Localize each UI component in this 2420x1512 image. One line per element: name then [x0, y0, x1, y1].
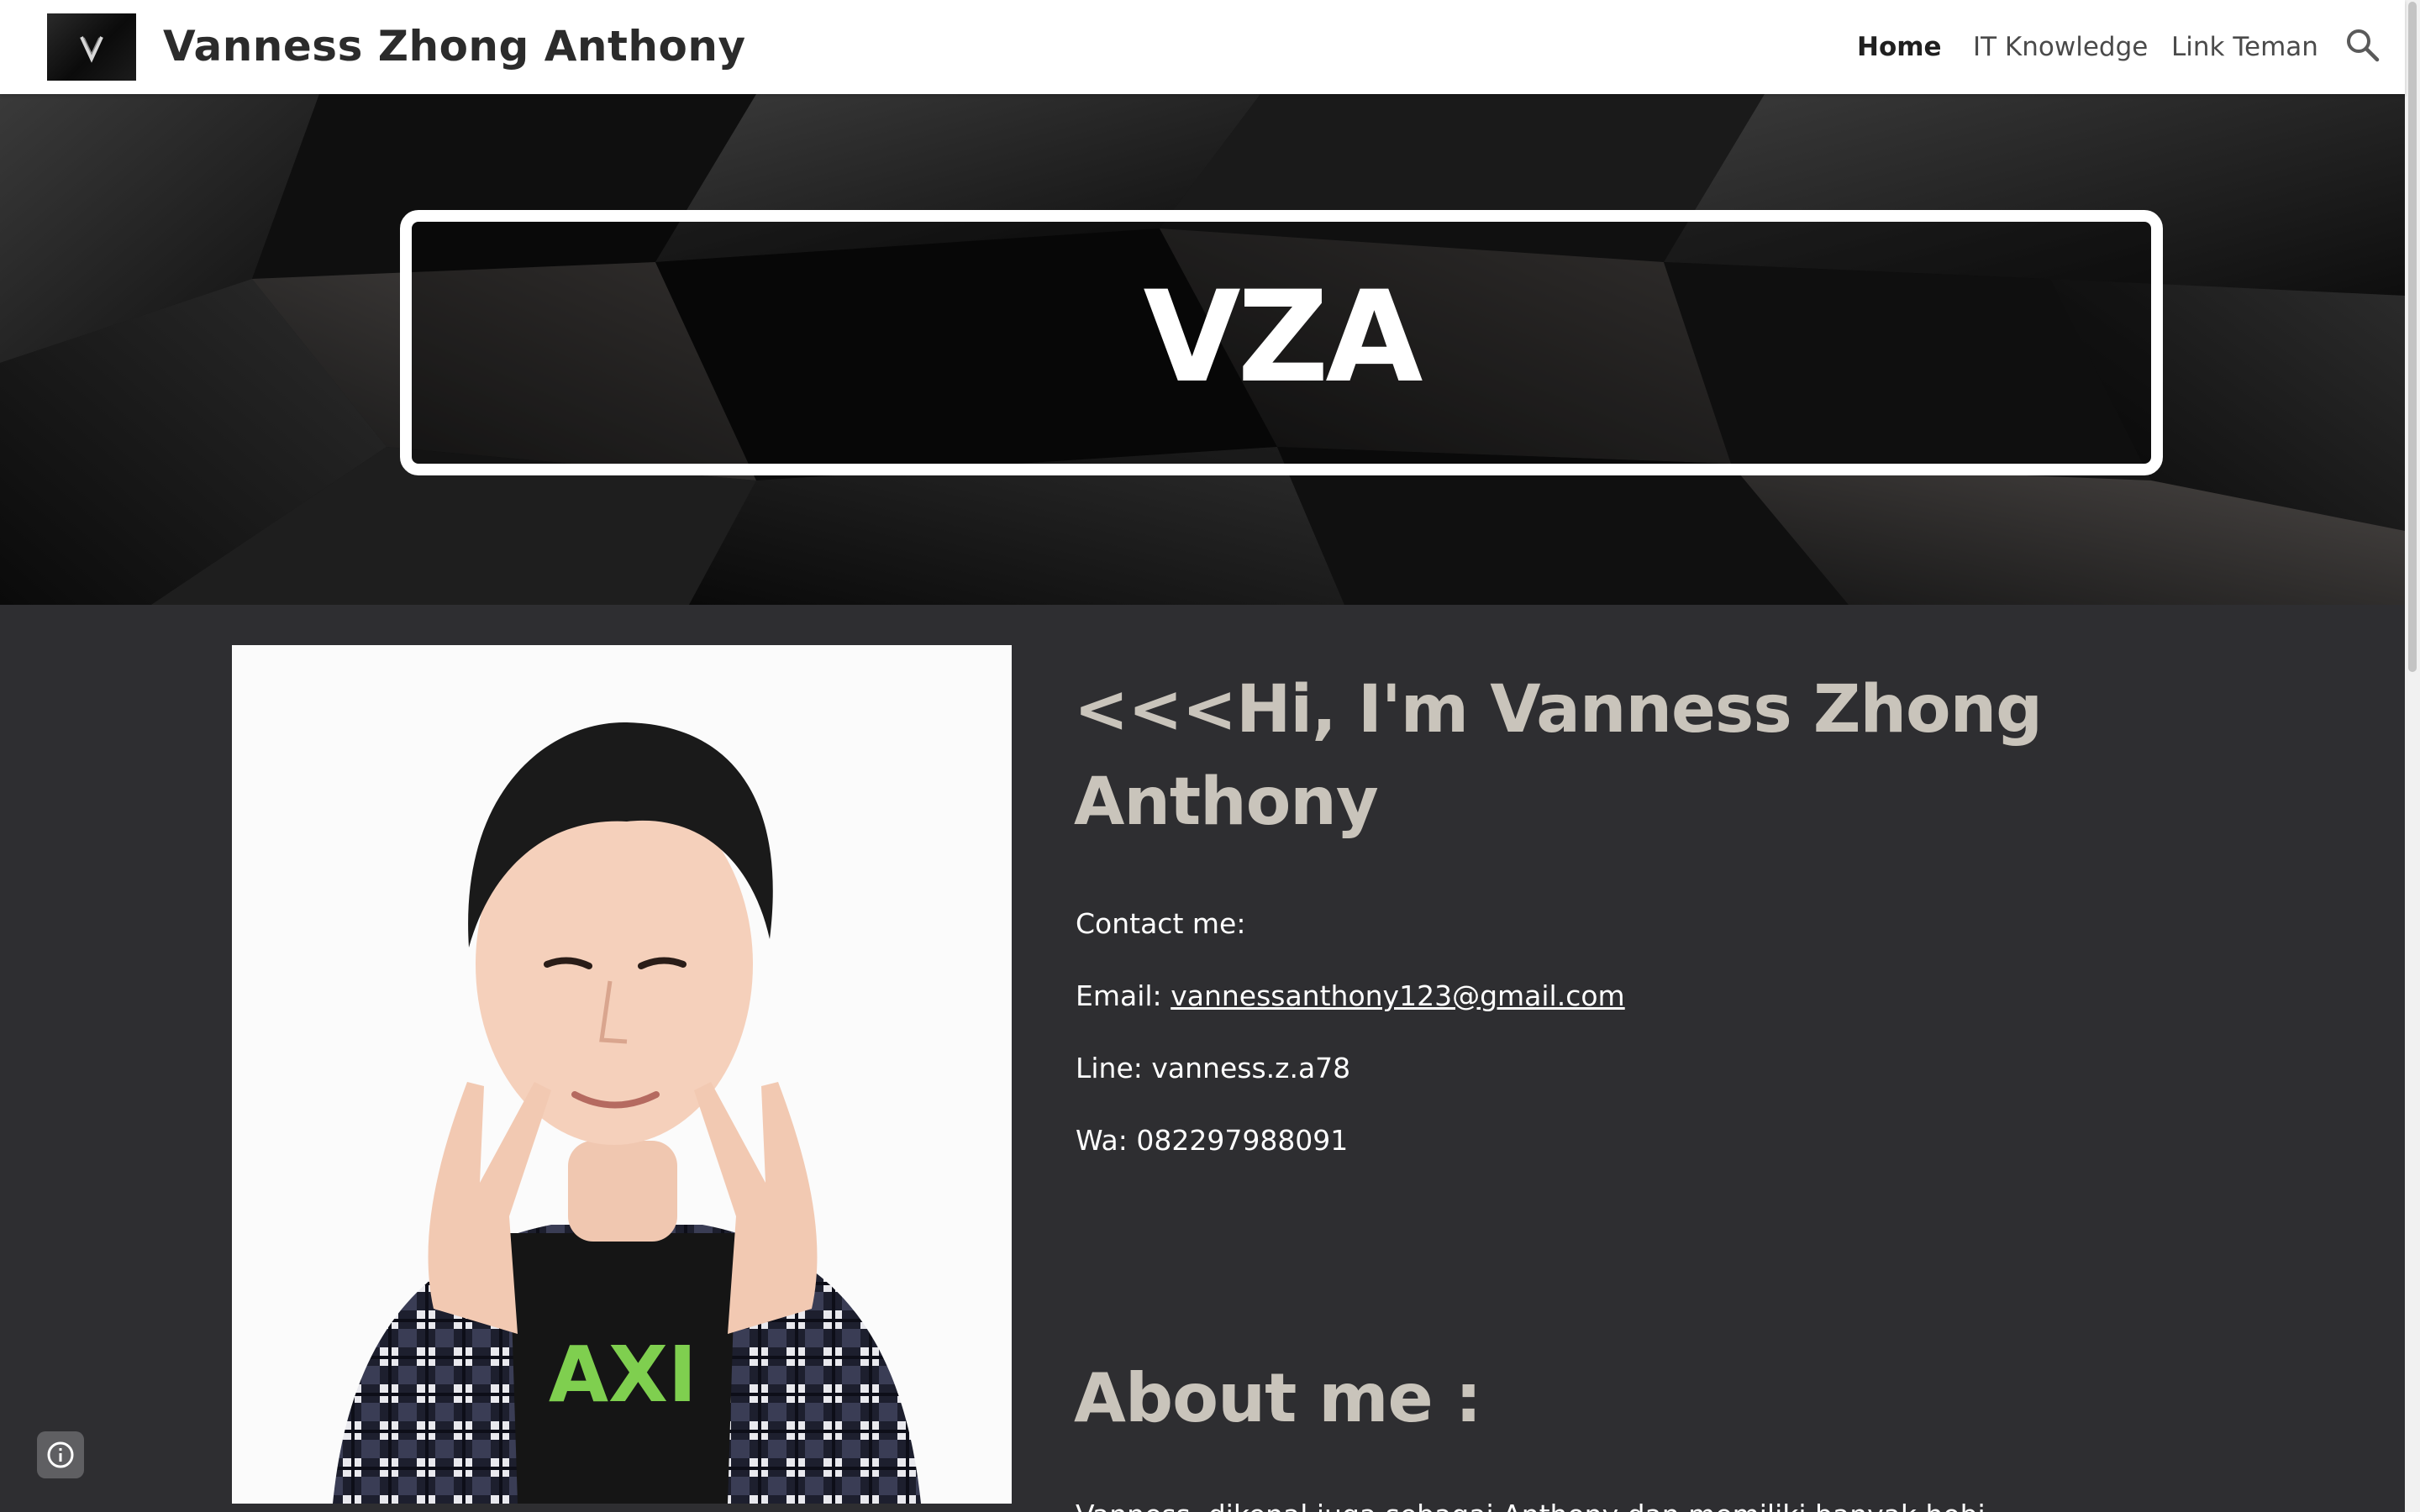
nav-link-teman[interactable]: Link Teman [2171, 25, 2318, 69]
site-title[interactable]: Vanness Zhong Anthony [163, 17, 746, 76]
search-icon[interactable] [2344, 27, 2381, 64]
shirt-print-text: AXI [549, 1330, 697, 1420]
email-label: Email: [1076, 979, 1162, 1012]
info-icon [47, 1441, 74, 1468]
line-contact: Line: vanness.z.a78 [1076, 1052, 1351, 1084]
page-scrollbar-thumb[interactable] [2408, 2, 2417, 672]
email-link[interactable]: vannessanthony123@gmail.com [1171, 979, 1625, 1012]
nav-it-knowledge[interactable]: IT Knowledge [1973, 25, 2148, 69]
about-heading: About me : [1074, 1359, 1482, 1437]
v-logo-icon [80, 36, 103, 63]
about-text: Vanness, dikenal juga sebagai Anthony da… [1076, 1495, 2336, 1512]
greeting-heading: <<<Hi, I'm Vanness Zhong Anthony [1074, 672, 2043, 840]
site-logo[interactable] [47, 13, 136, 81]
contact-heading: Contact me: [1076, 907, 1246, 940]
whatsapp-contact: Wa: 082297988091 [1076, 1124, 1349, 1157]
site-info-button[interactable] [37, 1431, 84, 1478]
hero-title: VZA [1143, 265, 1423, 411]
email-row: Email: vannessanthony123@gmail.com [1076, 976, 1625, 1016]
person-photo-illustration: AXI [232, 645, 1012, 1504]
nav-home[interactable]: Home [1857, 25, 1942, 69]
profile-photo: AXI [232, 645, 1012, 1504]
site-header: Vanness Zhong Anthony Home IT Knowledge … [0, 0, 2405, 94]
hero-banner: VZA [0, 94, 2405, 605]
